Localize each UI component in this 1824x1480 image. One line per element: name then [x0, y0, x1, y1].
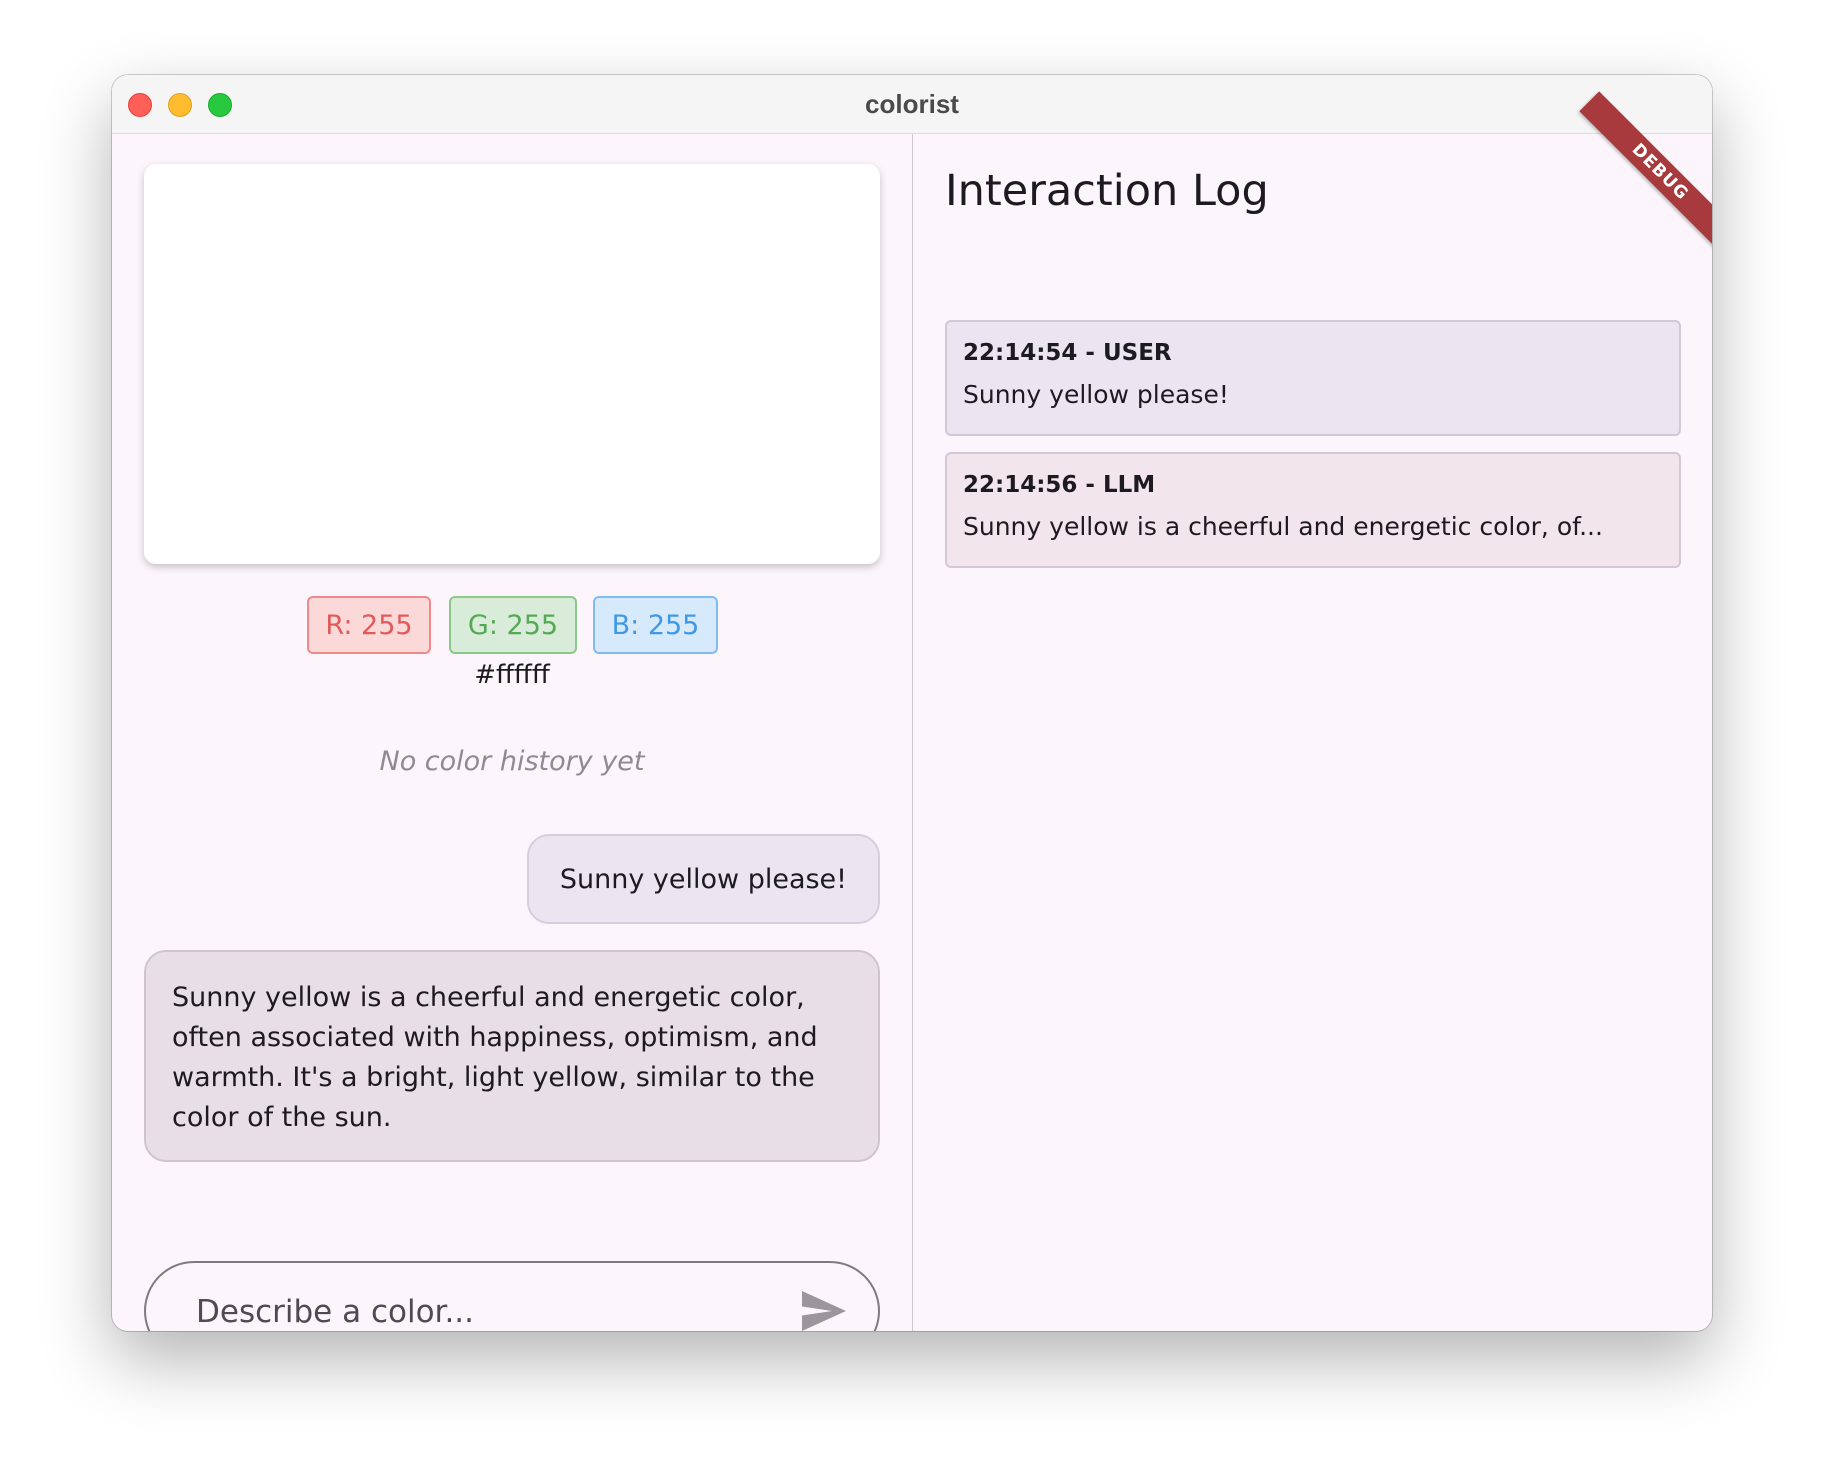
log-title: Interaction Log: [945, 166, 1269, 216]
color-pane: R: 255 G: 255 B: 255 #ffffff No color hi…: [112, 134, 912, 1331]
log-entry-llm: 22:14:56 - LLM Sunny yellow is a cheerfu…: [945, 452, 1681, 568]
color-swatch: [144, 164, 880, 564]
window-title: colorist: [865, 89, 959, 119]
color-description-input[interactable]: [194, 1287, 758, 1331]
message-composer: [144, 1261, 880, 1331]
interaction-log-pane: Interaction Log 22:14:54 - USER Sunny ye…: [913, 91, 1712, 1331]
send-icon: [802, 1291, 846, 1331]
green-value-chip: G: 255: [449, 596, 577, 654]
log-entry-text: Sunny yellow please!: [963, 380, 1229, 409]
red-value-chip: R: 255: [307, 596, 431, 654]
log-entry-header: 22:14:56 - LLM: [963, 472, 1156, 498]
app-window: colorist R: 255 G: 255 B: 255 #ffffff No…: [112, 75, 1712, 1331]
hex-code: #ffffff: [474, 660, 550, 690]
blue-value-chip: B: 255: [593, 596, 718, 654]
send-button[interactable]: [800, 1289, 848, 1331]
title-bar: colorist: [112, 75, 1712, 134]
log-entry-user: 22:14:54 - USER Sunny yellow please!: [945, 320, 1681, 436]
llm-message-bubble: Sunny yellow is a cheerful and energetic…: [144, 950, 880, 1162]
log-entry-header: 22:14:54 - USER: [963, 340, 1172, 366]
log-entry-text: Sunny yellow is a cheerful and energetic…: [963, 512, 1603, 541]
color-history-empty: No color history yet: [379, 746, 645, 777]
user-message-bubble: Sunny yellow please!: [526, 834, 880, 924]
